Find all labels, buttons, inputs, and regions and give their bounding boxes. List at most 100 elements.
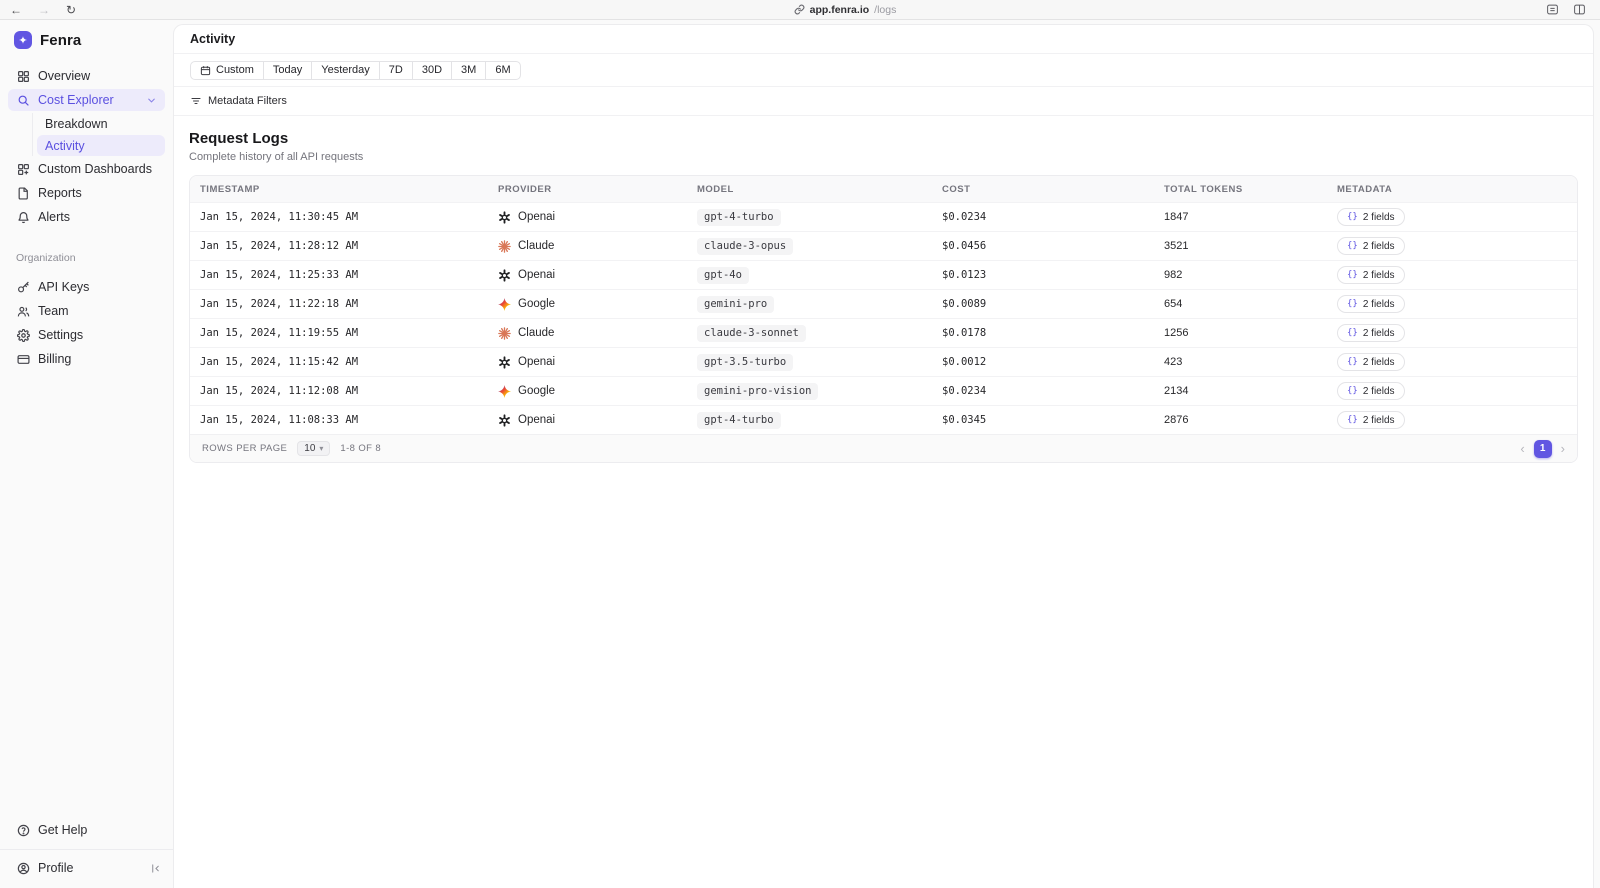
sidebar-item-get-help[interactable]: Get Help [8, 819, 165, 841]
app-root: ✦ Fenra Overview Cost Explorer Breakdown… [0, 20, 1600, 888]
metadata-fields-button[interactable]: {} 2 fields [1337, 208, 1405, 226]
sidebar-item-custom-dashboards[interactable]: Custom Dashboards [8, 158, 165, 180]
cell-provider: Claude [488, 239, 687, 253]
openai-icon [499, 210, 510, 224]
google-gemini-icon [498, 297, 511, 311]
column-header-model: Model [697, 183, 734, 195]
sidebar-item-settings[interactable]: Settings [8, 324, 165, 346]
pagination: ‹ 1 › [1520, 439, 1565, 458]
metadata-filter-row: Metadata Filters [174, 87, 1593, 116]
openai-icon [499, 355, 510, 369]
sidebar-item-label: Custom Dashboards [38, 162, 152, 176]
provider-icon-slot [498, 210, 511, 224]
cell-metadata: {} 2 fields [1327, 208, 1577, 226]
sidebar-item-label: Cost Explorer [38, 93, 114, 107]
sidebar-item-alerts[interactable]: Alerts [8, 206, 165, 228]
url-bar[interactable]: app.fenra.io/logs [200, 4, 1490, 16]
range-button-6m[interactable]: 6M [485, 60, 521, 80]
sidebar-item-api-keys[interactable]: API Keys [8, 276, 165, 298]
cell-timestamp: Jan 15, 2024, 11:30:45 AM [200, 211, 359, 223]
metadata-fields-button[interactable]: {} 2 fields [1337, 353, 1405, 371]
table-row[interactable]: Jan 15, 2024, 11:28:12 AM Claude claude-… [190, 231, 1577, 260]
cell-timestamp: Jan 15, 2024, 11:08:33 AM [200, 414, 359, 426]
braces-icon: {} [1347, 386, 1358, 396]
table-row[interactable]: Jan 15, 2024, 11:30:45 AM Openai gpt-4-t… [190, 202, 1577, 231]
table-row[interactable]: Jan 15, 2024, 11:25:33 AM Openai gpt-4o … [190, 260, 1577, 289]
metadata-filters-button[interactable]: Metadata Filters [190, 95, 287, 107]
range-button-custom[interactable]: Custom [190, 60, 263, 80]
table-row[interactable]: Jan 15, 2024, 11:19:55 AM Claude claude-… [190, 318, 1577, 347]
metadata-fields-button[interactable]: {} 2 fields [1337, 237, 1405, 255]
page-header: Activity [174, 25, 1593, 54]
metadata-fields-button[interactable]: {} 2 fields [1337, 266, 1405, 284]
gear-icon [16, 328, 30, 342]
cell-timestamp: Jan 15, 2024, 11:12:08 AM [200, 385, 359, 397]
rows-per-page-select[interactable]: 10 ▾ [297, 441, 331, 456]
sidebar-item-breakdown[interactable]: Breakdown [37, 113, 165, 134]
section-title: Request Logs [189, 130, 289, 147]
sidebar-item-label: Team [38, 304, 69, 318]
metadata-fields-button[interactable]: {} 2 fields [1337, 411, 1405, 429]
metadata-fields-button[interactable]: {} 2 fields [1337, 295, 1405, 313]
range-button-yesterday[interactable]: Yesterday [311, 60, 379, 80]
link-icon [794, 4, 805, 15]
toggle-sidebar-icon[interactable] [1573, 3, 1586, 16]
browser-forward-button[interactable]: → [38, 3, 50, 17]
cell-timestamp: Jan 15, 2024, 11:19:55 AM [200, 327, 359, 339]
cell-tokens: 2876 [1164, 414, 1189, 426]
cell-tokens: 982 [1164, 269, 1183, 281]
table-row[interactable]: Jan 15, 2024, 11:12:08 AM Google gemini-… [190, 376, 1577, 405]
provider-icon-slot [498, 384, 511, 398]
metadata-fields-button[interactable]: {} 2 fields [1337, 324, 1405, 342]
sidebar-item-activity[interactable]: Activity [37, 135, 165, 156]
url-host: app.fenra.io [809, 3, 870, 16]
cell-model: claude-3-opus [687, 237, 932, 255]
next-page-button[interactable]: › [1561, 442, 1565, 455]
sidebar-section-label: Organization [16, 252, 76, 264]
cell-provider: Google [488, 384, 687, 398]
provider-label: Claude [518, 327, 555, 339]
sidebar-item-label: Profile [38, 861, 74, 875]
claude-icon [498, 239, 511, 253]
collapse-sidebar-icon[interactable] [150, 863, 163, 874]
table-row[interactable]: Jan 15, 2024, 11:22:18 AM Google gemini-… [190, 289, 1577, 318]
sidebar-item-label: API Keys [38, 280, 90, 294]
provider-label: Claude [518, 240, 555, 252]
cell-model: claude-3-sonnet [687, 324, 932, 342]
cell-provider: Openai [488, 355, 687, 369]
grid-plus-icon [16, 163, 30, 176]
sidebar-item-overview[interactable]: Overview [8, 65, 165, 87]
sidebar-item-cost-explorer[interactable]: Cost Explorer [8, 89, 165, 111]
cell-metadata: {} 2 fields [1327, 295, 1577, 313]
braces-icon: {} [1347, 241, 1358, 251]
provider-label: Google [518, 385, 556, 397]
table-row[interactable]: Jan 15, 2024, 11:08:33 AM Openai gpt-4-t… [190, 405, 1577, 434]
sidebar-item-billing[interactable]: Billing [8, 348, 165, 370]
user-circle-icon [16, 862, 30, 875]
cell-metadata: {} 2 fields [1327, 266, 1577, 284]
range-button-today[interactable]: Today [262, 60, 312, 80]
provider-icon-slot [498, 326, 511, 340]
metadata-fields-label: 2 fields [1362, 327, 1395, 339]
range-button-7d[interactable]: 7D [378, 60, 412, 80]
chevron-down-icon [146, 95, 157, 106]
prev-page-button[interactable]: ‹ [1520, 442, 1524, 455]
search-icon [16, 94, 30, 107]
range-button-30d[interactable]: 30D [411, 60, 452, 80]
browser-back-button[interactable]: ← [10, 3, 22, 17]
provider-label: Google [518, 298, 556, 310]
sidebar-item-profile[interactable]: Profile [8, 857, 150, 879]
table-row[interactable]: Jan 15, 2024, 11:15:42 AM Openai gpt-3.5… [190, 347, 1577, 376]
current-page-button[interactable]: 1 [1533, 439, 1552, 458]
reader-view-icon[interactable] [1546, 3, 1559, 16]
sidebar-item-team[interactable]: Team [8, 300, 165, 322]
brand[interactable]: ✦ Fenra [0, 20, 173, 59]
cost-explorer-subnav: Breakdown Activity [32, 113, 165, 156]
range-button-3m[interactable]: 3M [451, 60, 486, 80]
browser-reload-button[interactable]: ↻ [66, 3, 76, 17]
provider-icon-slot [498, 268, 511, 282]
cell-metadata: {} 2 fields [1327, 324, 1577, 342]
sidebar-item-reports[interactable]: Reports [8, 182, 165, 204]
metadata-fields-button[interactable]: {} 2 fields [1337, 382, 1405, 400]
metadata-fields-label: 2 fields [1362, 269, 1395, 281]
